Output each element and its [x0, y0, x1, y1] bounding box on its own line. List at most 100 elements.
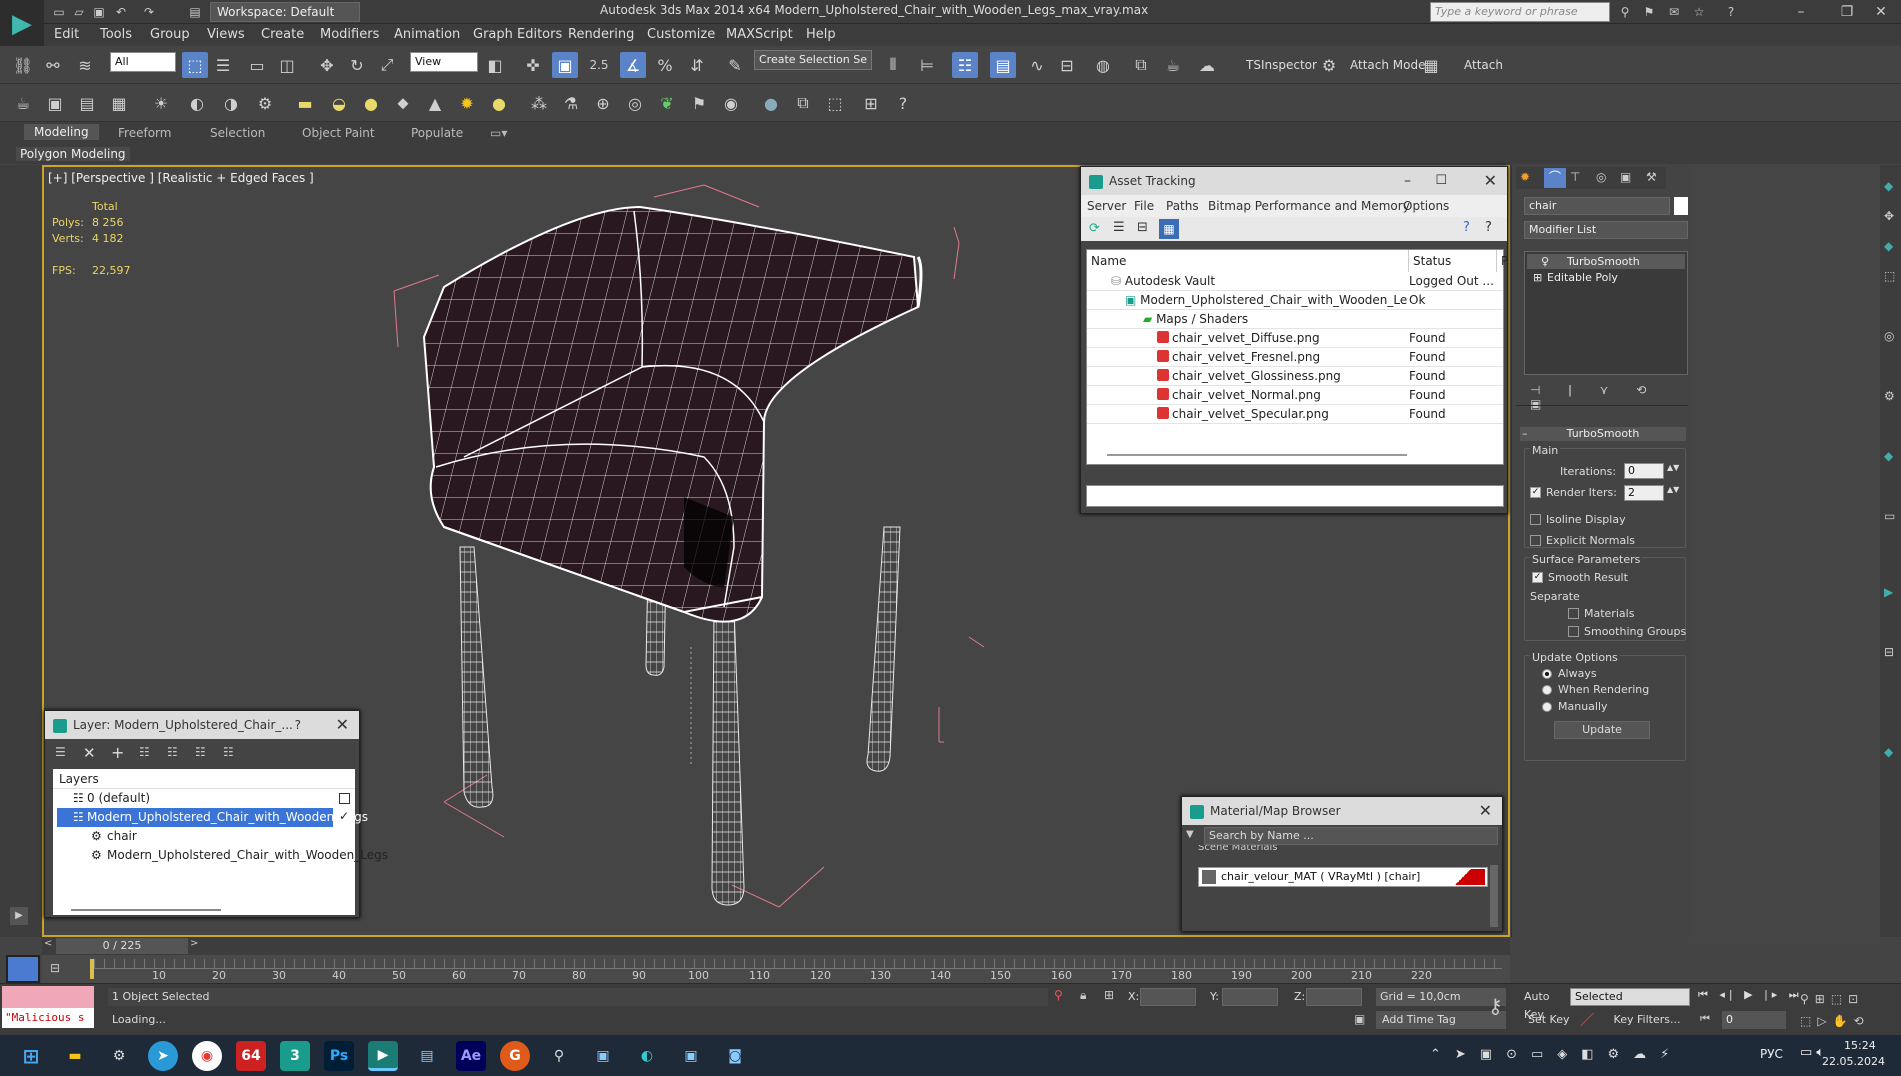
list-view-icon[interactable]: ☰ [1113, 220, 1125, 235]
manually-radio[interactable] [1542, 702, 1552, 712]
settings-icon[interactable]: ⚙ [104, 1041, 134, 1071]
tab-freeform[interactable]: Freeform [118, 126, 171, 140]
table-row[interactable]: chair_velvet_Specular.png Found [1087, 405, 1503, 424]
menu-create[interactable]: Create [261, 27, 304, 42]
edit-named-selection-icon[interactable]: ✎ [722, 52, 748, 78]
schematic-view-icon[interactable]: ⊟ [1054, 52, 1080, 78]
percent-snap-icon[interactable]: % [652, 52, 678, 78]
render-iters-spinner[interactable]: 2 [1624, 485, 1664, 501]
isolate-icon[interactable]: ⚲ [1054, 988, 1063, 1002]
file-explorer-icon[interactable]: ▬ [60, 1041, 90, 1071]
highlight-layer-icon[interactable]: ☷ [167, 745, 178, 759]
list-item[interactable]: ⚙ chair [53, 827, 355, 846]
bulb-icon[interactable]: ♀ [1541, 254, 1549, 269]
vertical-scrollbar[interactable] [1490, 865, 1498, 927]
vray-ies-icon[interactable]: ⬥ [390, 90, 416, 116]
unlink-icon[interactable]: ⚯ [40, 52, 66, 78]
workspace-dropdown[interactable]: Workspace: Default [210, 2, 360, 22]
tab-modeling[interactable]: Modeling [24, 124, 99, 140]
tool-icon[interactable]: ⬚ [1884, 269, 1895, 283]
camera-app-icon[interactable]: ◙ [720, 1041, 750, 1071]
menu-file[interactable]: File [1134, 199, 1154, 213]
3dsmax-icon[interactable]: 3 [280, 1041, 310, 1071]
y-coordinate-field[interactable] [1222, 988, 1278, 1006]
collapse-icon[interactable]: – [1522, 427, 1528, 440]
rotate-icon[interactable]: ↻ [344, 52, 370, 78]
column-path[interactable]: P [1497, 250, 1508, 272]
vray-globe-icon[interactable]: ◎ [622, 90, 648, 116]
set-key-button[interactable]: Set Key [1528, 1011, 1572, 1029]
material-search-input[interactable]: Search by Name ... [1204, 827, 1498, 845]
when-rendering-radio[interactable] [1542, 685, 1552, 695]
vray-help-icon[interactable]: ? [890, 90, 916, 116]
app-logo[interactable]: ▶ [0, 0, 44, 48]
layer-window[interactable]: Layer: Modern_Upholstered_Chair_... ? ✕ … [44, 710, 388, 918]
spinner-snap-icon[interactable]: ⇵ [684, 52, 710, 78]
asset-tracking-titlebar[interactable]: Asset Tracking – ☐ ✕ [1081, 167, 1507, 195]
menu-rendering[interactable]: Rendering [568, 27, 634, 42]
materials-checkbox[interactable] [1568, 608, 1579, 619]
language-indicator[interactable]: РУС [1760, 1047, 1783, 1061]
absolute-mode-icon[interactable]: ⊞ [1104, 988, 1114, 1002]
ribbon-toggle-icon[interactable]: ▤ [990, 52, 1016, 78]
snap-toggle-icon[interactable]: 2.5 [586, 52, 612, 78]
display-tab-icon[interactable]: ▣ [1620, 170, 1631, 184]
auto-key-button[interactable]: Auto Key [1524, 988, 1568, 1021]
sheet-icon[interactable]: ▤ [74, 90, 100, 116]
menu-maxscript[interactable]: MAXScript [726, 27, 793, 42]
asset-tracking-window[interactable]: Asset Tracking – ☐ ✕ Server File Paths B… [1080, 166, 1508, 514]
timeline-track[interactable]: ⊟ 10 20 30 40 50 60 70 80 90 100 110 120… [6, 955, 1510, 983]
tab-populate[interactable]: Populate [411, 126, 463, 140]
menu-tools[interactable]: Tools [100, 27, 132, 42]
vray-plant-icon[interactable]: ❦ [654, 90, 680, 116]
menu-server[interactable]: Server [1087, 199, 1126, 213]
menu-graph-editors[interactable]: Graph Editors [473, 27, 562, 42]
tool-icon[interactable]: ▶ [1884, 585, 1893, 599]
rendered-frame-window-icon[interactable]: ☕ [1160, 52, 1186, 78]
layers-header[interactable]: Layers [53, 769, 355, 789]
key-icon[interactable]: ⚷ [1488, 994, 1503, 1018]
menu-views[interactable]: Views [207, 27, 245, 42]
z-coordinate-field[interactable] [1306, 988, 1362, 1006]
spinner-arrows-icon[interactable]: ▲▼ [1667, 463, 1679, 472]
table-row[interactable]: ⛁ Autodesk Vault Logged Out ... [1087, 272, 1503, 291]
add-to-layer-icon[interactable]: + [111, 743, 124, 762]
smoothing-groups-checkbox[interactable] [1568, 626, 1579, 637]
list-item[interactable]: ☷ 0 (default) [53, 789, 355, 808]
close-icon[interactable]: ✕ [1858, 0, 1901, 24]
help-icon[interactable]: ? [295, 711, 301, 739]
new-layer-icon[interactable]: ☰ [55, 745, 66, 759]
close-icon[interactable]: ✕ [1484, 167, 1497, 195]
stack-item-editable-poly[interactable]: ⊞ Editable Poly [1527, 270, 1685, 285]
asset-path-field[interactable] [1086, 485, 1504, 507]
app-g-icon[interactable]: G [500, 1041, 530, 1071]
spinner-arrows-icon[interactable]: ▲▼ [1667, 485, 1679, 494]
stack-controls[interactable]: ⊣ ǀ ⋎ ⟲ ▣ [1530, 383, 1680, 411]
polygon-modeling-label[interactable]: Polygon Modeling [16, 147, 130, 161]
save-disk-icon[interactable]: ▣ [588, 1041, 618, 1071]
vray-sphere-light-icon[interactable]: ● [358, 90, 384, 116]
key-filters-button[interactable]: Key Filters... [1604, 1011, 1690, 1029]
utilities-tab-icon[interactable]: ⚒ [1646, 170, 1657, 184]
tool-icon[interactable]: ⚙ [1884, 389, 1895, 403]
scale-icon[interactable]: ⤢ [374, 52, 400, 78]
named-selection-dropdown[interactable]: Create Selection Se [754, 50, 872, 70]
edge-icon[interactable]: ◐ [632, 1041, 662, 1071]
pivot-center-icon[interactable]: ◧ [482, 52, 508, 78]
x-coordinate-field[interactable] [1140, 988, 1196, 1006]
maximize-icon[interactable]: ☐ [1435, 167, 1447, 195]
bind-space-warp-icon[interactable]: ≋ [72, 52, 98, 78]
menu-options[interactable]: Options [1403, 199, 1449, 213]
select-by-name-icon[interactable]: ☰ [210, 52, 236, 78]
track-bar-icon[interactable]: ⊟ [50, 961, 60, 975]
modifier-list-dropdown[interactable]: Modifier List [1524, 221, 1688, 239]
mirror-icon[interactable]: ⫴ [880, 52, 906, 78]
table-row[interactable]: chair_velvet_Fresnel.png Found [1087, 348, 1503, 367]
object-color-swatch[interactable] [1674, 197, 1688, 215]
object-name-field[interactable]: chair [1524, 197, 1670, 215]
gear-icon[interactable]: ⚙ [1316, 52, 1342, 78]
material-editor-icon[interactable]: ◍ [1090, 52, 1116, 78]
table-row[interactable]: ▣ Modern_Upholstered_Chair_with_Wooden_L… [1087, 291, 1503, 310]
vray-sphere-icon[interactable]: ◐ [184, 90, 210, 116]
tree-view-icon[interactable]: ⊟ [1137, 220, 1148, 235]
